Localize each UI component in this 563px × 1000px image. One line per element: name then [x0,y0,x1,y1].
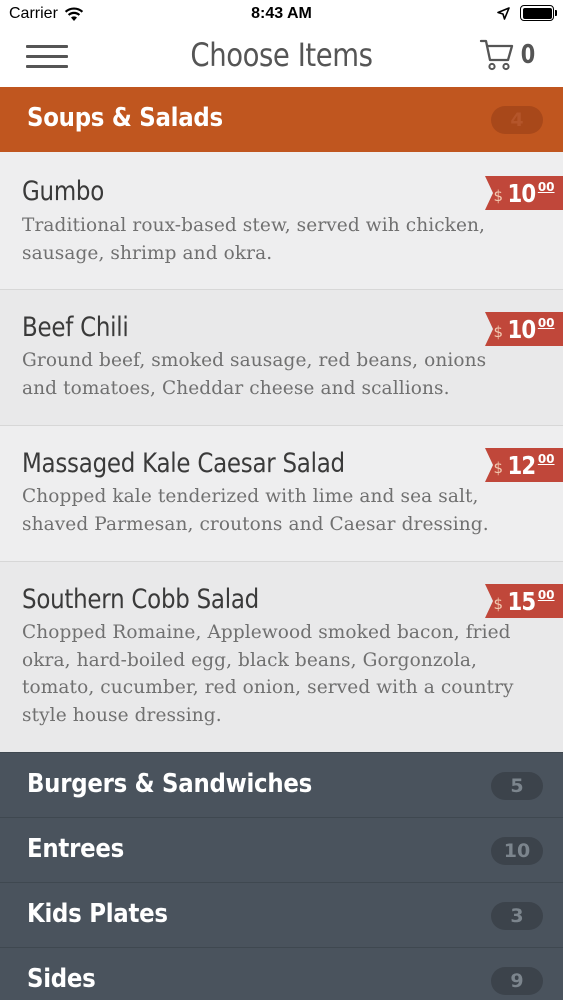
category-label: Sides [27,964,96,994]
category-count-badge: 4 [491,106,543,134]
price-amount: 10 [507,314,536,344]
category-count-badge: 5 [491,772,543,800]
price-amount: 12 [507,450,536,480]
item-description: Ground beef, smoked sausage, red beans, … [22,350,487,399]
category-entrees[interactable]: Entrees 10 [0,817,563,882]
category-count-badge: 3 [491,902,543,930]
price-tag: $ 10 00 [485,312,563,346]
category-label: Burgers & Sandwiches [27,769,312,799]
nav-bar: Choose Items 0 [0,28,563,86]
menu-item-beef-chili[interactable]: Beef Chili Ground beef, smoked sausage, … [0,290,563,426]
cart-count: 0 [520,40,536,70]
battery-icon [520,5,557,21]
item-description: Traditional roux-based stew, served wih … [22,215,486,264]
category-burgers-sandwiches[interactable]: Burgers & Sandwiches 5 [0,752,563,817]
category-label: Soups & Salads [27,103,223,133]
menu-item-gumbo[interactable]: Gumbo Traditional roux-based stew, serve… [0,152,563,290]
location-arrow-icon [497,6,510,20]
item-name: Gumbo [22,176,105,207]
price-tag: $ 10 00 [485,176,563,210]
page-title: Choose Items [190,36,373,74]
category-label: Kids Plates [27,899,168,929]
item-name: Massaged Kale Caesar Salad [22,448,345,479]
price-tag: $ 12 00 [485,448,563,482]
price-cents: 00 [537,180,555,194]
status-right [497,5,557,21]
status-time: 8:43 AM [251,5,312,22]
cart-icon [479,39,514,71]
price-amount: 15 [507,586,536,616]
price-cents: 00 [537,588,555,602]
menu-item-southern-cobb-salad[interactable]: Southern Cobb Salad Chopped Romaine, App… [0,562,563,752]
item-name: Beef Chili [22,312,129,343]
category-count-badge: 9 [491,967,543,995]
item-description: Chopped Romaine, Applewood smoked bacon,… [22,622,514,726]
price-currency: $ [493,323,504,341]
status-bar: Carrier 8:43 AM [0,0,563,28]
price-currency: $ [493,187,504,205]
price-currency: $ [493,595,504,613]
price-cents: 00 [537,316,555,330]
category-count-badge: 10 [491,837,543,865]
item-description: Chopped kale tenderized with lime and se… [22,486,489,535]
category-sides[interactable]: Sides 9 [0,947,563,1000]
price-cents: 00 [537,452,555,466]
price-amount: 10 [507,178,536,208]
category-soups-salads[interactable]: Soups & Salads 4 [0,87,563,152]
price-tag: $ 15 00 [485,584,563,618]
category-kids-plates[interactable]: Kids Plates 3 [0,882,563,947]
cart-button[interactable]: 0 [479,38,537,72]
category-label: Entrees [27,834,124,864]
menu-item-kale-caesar-salad[interactable]: Massaged Kale Caesar Salad Chopped kale … [0,426,563,562]
item-name: Southern Cobb Salad [22,584,259,615]
price-currency: $ [493,459,504,477]
